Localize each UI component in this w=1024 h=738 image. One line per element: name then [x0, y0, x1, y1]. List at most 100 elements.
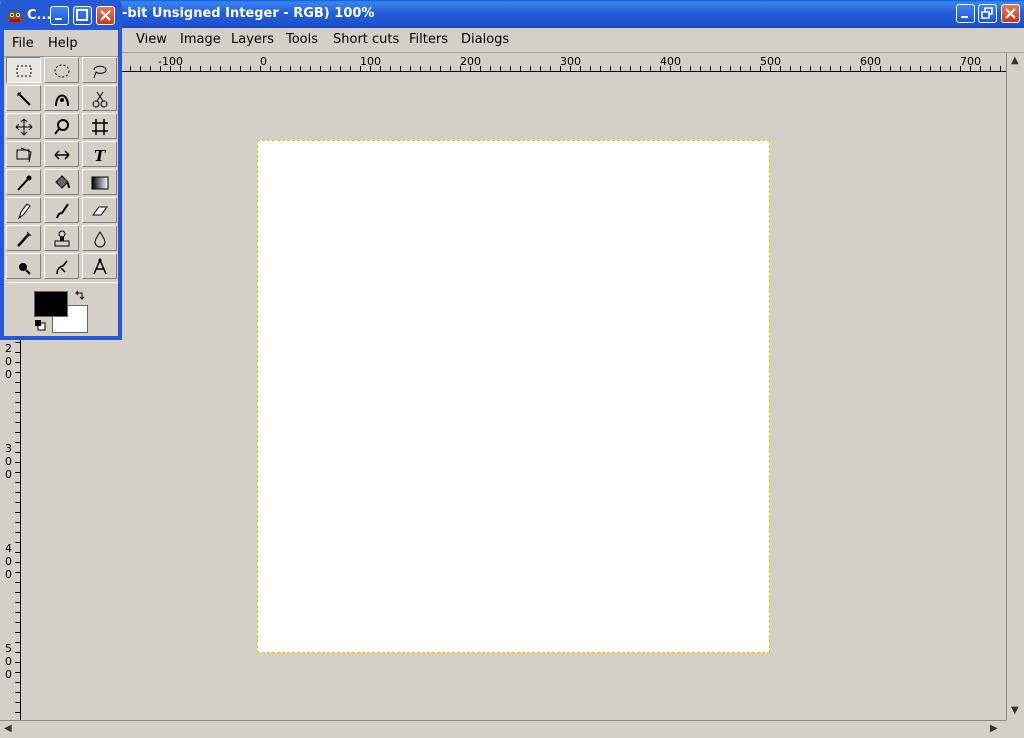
vruler-label: 300 — [5, 442, 12, 481]
hruler-label: 500 — [760, 55, 781, 68]
magic-wand-icon — [16, 91, 31, 106]
vruler-label: 400 — [5, 542, 12, 581]
smudge-icon — [56, 260, 68, 275]
bezier-icon — [55, 94, 69, 107]
tool-flip[interactable] — [44, 141, 79, 167]
tool-rect-select[interactable] — [6, 57, 41, 83]
toolbox-maximize-button[interactable] — [73, 6, 92, 25]
tool-scissors-select[interactable] — [82, 85, 117, 111]
restore-button[interactable] — [978, 4, 997, 23]
main-window-title: -bit Unsigned Integer - RGB) 100% — [122, 6, 375, 21]
scroll-left-icon[interactable]: ◀ — [4, 723, 12, 734]
scissors-icon — [92, 91, 108, 108]
magnifier-icon — [54, 119, 69, 135]
toolbox-menu-file[interactable]: File — [12, 36, 34, 51]
tool-grid: T — [6, 57, 117, 281]
eyedropper-icon — [17, 175, 32, 191]
toolbox-menubar: File Help — [4, 30, 118, 57]
toolbox-close-button[interactable] — [96, 6, 115, 25]
menu-tools[interactable]: Tools — [286, 32, 318, 47]
gradient-icon — [91, 176, 109, 190]
toolbox-body: File Help T — [4, 30, 118, 336]
tool-fuzzy-select[interactable] — [6, 85, 41, 111]
tool-color-picker[interactable] — [6, 169, 41, 195]
menu-filters[interactable]: Filters — [409, 32, 448, 47]
tool-ellipse-select[interactable] — [44, 57, 79, 83]
image-canvas[interactable] — [257, 140, 770, 653]
foreground-color-swatch[interactable] — [34, 291, 68, 317]
menubar: View Image Layers Tools Short cuts Filte… — [0, 28, 1024, 53]
minimize-icon — [961, 16, 968, 18]
tool-eraser[interactable] — [82, 197, 117, 223]
menu-shortcuts[interactable]: Short cuts — [333, 32, 399, 47]
maximize-icon — [76, 9, 88, 21]
tool-transform[interactable] — [6, 141, 41, 167]
gimp-icon — [7, 11, 23, 23]
color-selector — [4, 282, 118, 337]
tool-move[interactable] — [6, 113, 41, 139]
tool-crop[interactable] — [82, 113, 117, 139]
tool-blur[interactable] — [82, 225, 117, 251]
toolbox-title: C... — [27, 8, 52, 23]
tool-ink[interactable] — [6, 253, 41, 279]
minimize-button[interactable] — [956, 4, 975, 23]
paintbrush-icon — [56, 203, 69, 219]
flip-icon — [54, 150, 70, 160]
hruler-label: 400 — [660, 55, 681, 68]
default-colors-icon[interactable] — [34, 319, 46, 331]
tool-clone[interactable] — [44, 225, 79, 251]
rect-select-icon — [16, 65, 32, 77]
vruler-label: 500 — [5, 642, 12, 681]
tool-free-select[interactable] — [82, 57, 117, 83]
menu-layers[interactable]: Layers — [231, 32, 274, 47]
move-icon — [15, 118, 33, 136]
vertical-scrollbar[interactable]: ▲ ▼ — [1006, 53, 1024, 720]
scroll-up-icon[interactable]: ▲ — [1011, 55, 1019, 66]
tool-paintbrush[interactable] — [44, 197, 79, 223]
tool-text[interactable]: T — [82, 141, 117, 167]
close-button[interactable] — [1001, 4, 1020, 23]
menu-dialogs[interactable]: Dialogs — [461, 32, 509, 47]
transform-icon — [16, 147, 32, 163]
hruler-label: 300 — [560, 55, 581, 68]
compass-icon — [93, 258, 107, 275]
horizontal-scrollbar[interactable]: ◀ ▶ — [0, 720, 1006, 738]
lasso-icon — [93, 65, 107, 79]
hruler-label: 200 — [460, 55, 481, 68]
menu-view[interactable]: View — [136, 32, 167, 47]
menu-image[interactable]: Image — [180, 32, 221, 47]
toolbox-minimize-button[interactable] — [50, 6, 69, 25]
tool-pencil[interactable] — [6, 197, 41, 223]
tool-bezier-select[interactable] — [44, 85, 79, 111]
tool-smudge[interactable] — [44, 253, 79, 279]
scroll-down-icon[interactable]: ▼ — [1011, 705, 1019, 716]
canvas-area[interactable] — [21, 72, 1006, 720]
scroll-right-icon[interactable]: ▶ — [990, 723, 998, 734]
main-window-titlebar[interactable]: -bit Unsigned Integer - RGB) 100% — [0, 0, 1024, 28]
vruler-label: 200 — [5, 342, 12, 381]
toolbox-window[interactable]: C... File Help T — [0, 0, 122, 340]
text-icon: T — [94, 147, 107, 164]
toolbox-titlebar[interactable]: C... — [0, 0, 122, 30]
bucket-icon — [55, 175, 70, 189]
tool-zoom[interactable] — [44, 113, 79, 139]
swap-colors-icon[interactable] — [74, 289, 86, 301]
horizontal-ruler[interactable]: -100 0 100 200 300 400 500 600 700 — [20, 53, 1006, 72]
ellipse-select-icon — [54, 64, 70, 78]
close-icon — [100, 10, 111, 21]
hruler-label: 100 — [360, 55, 381, 68]
tool-airbrush[interactable] — [6, 225, 41, 251]
hruler-label: 0 — [260, 55, 267, 68]
tool-measure[interactable] — [82, 253, 117, 279]
hruler-label: 600 — [860, 55, 881, 68]
eraser-icon — [92, 206, 108, 216]
toolbox-menu-help[interactable]: Help — [48, 36, 78, 51]
pencil-icon — [17, 203, 31, 220]
hruler-label: -100 — [158, 55, 183, 68]
stamp-icon — [54, 230, 70, 247]
droplet-icon — [94, 231, 106, 248]
close-icon — [1005, 8, 1016, 19]
tool-bucket-fill[interactable] — [44, 169, 79, 195]
crop-icon — [92, 119, 108, 135]
tool-gradient[interactable] — [82, 169, 117, 195]
